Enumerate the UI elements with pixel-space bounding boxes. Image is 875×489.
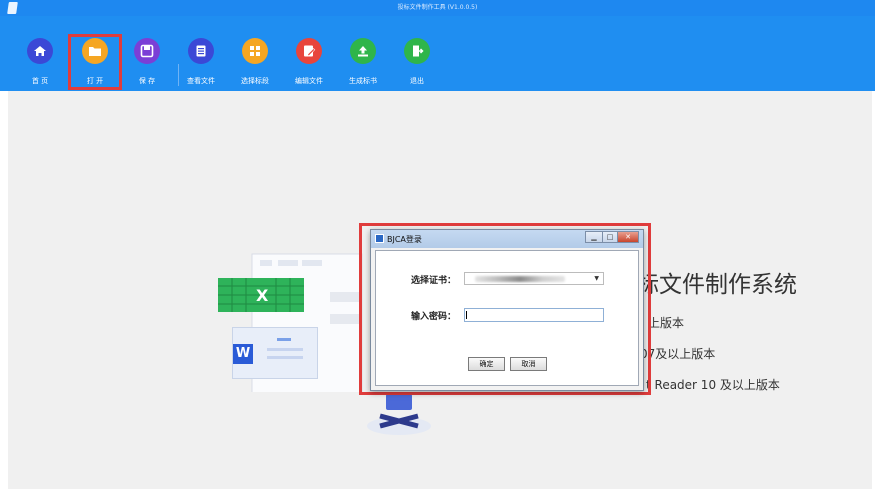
bjca-app-icon (375, 234, 384, 243)
window-title: 投标文件制作工具 (V1.0.0.5) (397, 4, 478, 11)
excel-card: X (218, 278, 304, 312)
text-caret (466, 311, 467, 319)
maximize-button[interactable]: □ (602, 231, 618, 243)
system-headline: 标文件制作系统 (636, 272, 797, 298)
close-button[interactable]: ✕ (617, 231, 639, 243)
dialog-title: BJCA登录 (387, 235, 422, 244)
toolbar-generate-bid-label: 生成标书 (349, 77, 377, 85)
word-lines-graphic (267, 338, 303, 359)
password-input[interactable] (464, 308, 604, 322)
toolbar-save-button[interactable]: 保 存 (122, 38, 172, 98)
person-graphic (367, 394, 431, 435)
title-bar: 投标文件制作工具 (V1.0.0.5) (0, 0, 875, 16)
exit-icon (404, 38, 430, 64)
certificate-label: 选择证书： (411, 276, 457, 286)
toolbar-home-button[interactable]: 首 页 (15, 38, 65, 98)
toolbar-select-section-button[interactable]: 选择标段 (230, 38, 280, 98)
toolbar-edit-file-button[interactable]: 编辑文件 (284, 38, 334, 98)
dialog-title-bar[interactable]: BJCA登录 ▁ □ ✕ (371, 230, 643, 248)
certificate-value-redacted (475, 276, 565, 282)
edit-icon (296, 38, 322, 64)
bjca-login-dialog: BJCA登录 ▁ □ ✕ 选择证书： ▼ 输入密码： 确定 取消 (370, 229, 644, 391)
certificate-select[interactable]: ▼ (464, 272, 604, 285)
excel-icon: X (256, 286, 269, 305)
open-button-highlight (68, 34, 122, 90)
cancel-button[interactable]: 取消 (510, 357, 547, 371)
toolbar-save-label: 保 存 (138, 77, 156, 85)
toolbar: 首 页 打 开 保 存 查看文件 选择标段 编辑文件 生成标书 退出 (0, 16, 875, 91)
home-icon (27, 38, 53, 64)
save-icon (134, 38, 160, 64)
person-illustration (364, 390, 434, 436)
toolbar-edit-file-label: 编辑文件 (295, 77, 323, 85)
requirement-line-2: 07及以上版本 (640, 347, 716, 361)
minimize-button[interactable]: ▁ (585, 231, 603, 243)
chevron-down-icon: ▼ (594, 275, 599, 282)
requirement-line-3: t Reader 10 及以上版本 (646, 378, 780, 392)
toolbar-view-files-button[interactable]: 查看文件 (176, 38, 226, 98)
document-list-icon (188, 38, 214, 64)
toolbar-view-files-label: 查看文件 (187, 77, 215, 85)
toolbar-generate-bid-button[interactable]: 生成标书 (338, 38, 388, 98)
upload-icon (350, 38, 376, 64)
ok-button[interactable]: 确定 (468, 357, 505, 371)
requirement-line-1: 上版本 (648, 316, 685, 330)
grid-icon (242, 38, 268, 64)
toolbar-exit-label: 退出 (410, 77, 424, 85)
password-label: 输入密码： (411, 312, 457, 322)
toolbar-home-label: 首 页 (31, 77, 49, 85)
toolbar-select-section-label: 选择标段 (241, 77, 269, 85)
dialog-body: 选择证书： ▼ 输入密码： 确定 取消 (375, 250, 639, 386)
word-card: W (232, 327, 318, 379)
toolbar-exit-button[interactable]: 退出 (392, 38, 442, 98)
